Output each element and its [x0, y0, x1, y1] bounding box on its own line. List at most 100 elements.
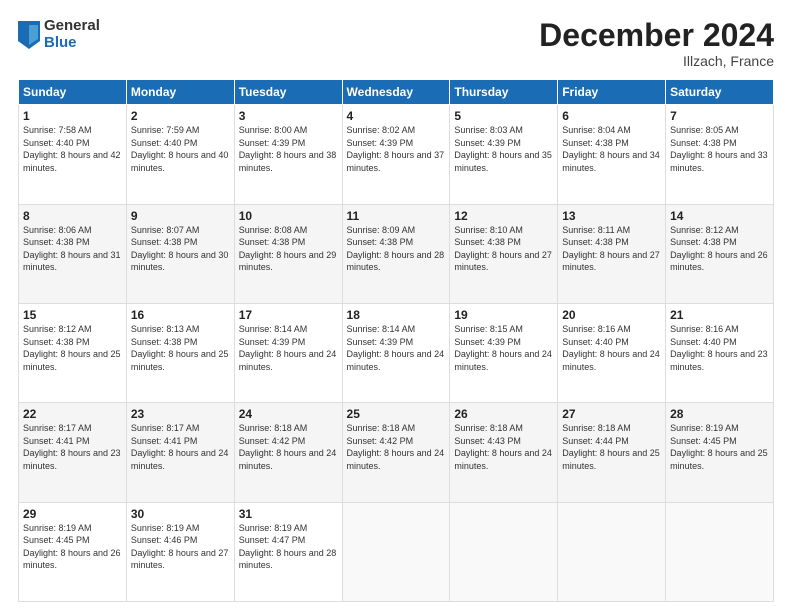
- day-info: Sunrise: 8:17 AMSunset: 4:41 PMDaylight:…: [131, 423, 229, 471]
- day-info: Sunrise: 8:18 AMSunset: 4:43 PMDaylight:…: [454, 423, 552, 471]
- table-row: 29 Sunrise: 8:19 AMSunset: 4:45 PMDaylig…: [19, 502, 127, 601]
- table-row: 18 Sunrise: 8:14 AMSunset: 4:39 PMDaylig…: [342, 303, 450, 402]
- table-row: 13 Sunrise: 8:11 AMSunset: 4:38 PMDaylig…: [558, 204, 666, 303]
- day-info: Sunrise: 8:13 AMSunset: 4:38 PMDaylight:…: [131, 324, 229, 372]
- day-info: Sunrise: 8:19 AMSunset: 4:45 PMDaylight:…: [670, 423, 768, 471]
- table-row: 28 Sunrise: 8:19 AMSunset: 4:45 PMDaylig…: [666, 403, 774, 502]
- day-info: Sunrise: 8:18 AMSunset: 4:44 PMDaylight:…: [562, 423, 660, 471]
- day-info: Sunrise: 8:09 AMSunset: 4:38 PMDaylight:…: [347, 225, 445, 273]
- day-info: Sunrise: 8:03 AMSunset: 4:39 PMDaylight:…: [454, 125, 552, 173]
- day-number: 20: [562, 308, 661, 322]
- table-row: 9 Sunrise: 8:07 AMSunset: 4:38 PMDayligh…: [126, 204, 234, 303]
- day-number: 9: [131, 209, 230, 223]
- day-number: 10: [239, 209, 338, 223]
- table-row: 10 Sunrise: 8:08 AMSunset: 4:38 PMDaylig…: [234, 204, 342, 303]
- logo: General Blue: [18, 18, 100, 51]
- day-number: 1: [23, 109, 122, 123]
- logo-general: General: [44, 18, 100, 35]
- calendar-week-row: 22 Sunrise: 8:17 AMSunset: 4:41 PMDaylig…: [19, 403, 774, 502]
- table-row: 19 Sunrise: 8:15 AMSunset: 4:39 PMDaylig…: [450, 303, 558, 402]
- day-info: Sunrise: 8:19 AMSunset: 4:45 PMDaylight:…: [23, 523, 121, 571]
- col-sunday: Sunday: [19, 80, 127, 105]
- day-info: Sunrise: 8:15 AMSunset: 4:39 PMDaylight:…: [454, 324, 552, 372]
- calendar-week-row: 1 Sunrise: 7:58 AMSunset: 4:40 PMDayligh…: [19, 105, 774, 204]
- day-number: 17: [239, 308, 338, 322]
- calendar-table: Sunday Monday Tuesday Wednesday Thursday…: [18, 79, 774, 602]
- day-number: 22: [23, 407, 122, 421]
- table-row: 1 Sunrise: 7:58 AMSunset: 4:40 PMDayligh…: [19, 105, 127, 204]
- table-row: 6 Sunrise: 8:04 AMSunset: 4:38 PMDayligh…: [558, 105, 666, 204]
- table-row: 17 Sunrise: 8:14 AMSunset: 4:39 PMDaylig…: [234, 303, 342, 402]
- day-number: 7: [670, 109, 769, 123]
- day-number: 15: [23, 308, 122, 322]
- day-number: 31: [239, 507, 338, 521]
- table-row: 31 Sunrise: 8:19 AMSunset: 4:47 PMDaylig…: [234, 502, 342, 601]
- calendar-title: December 2024: [539, 18, 774, 53]
- day-number: 25: [347, 407, 446, 421]
- table-row: [666, 502, 774, 601]
- table-row: [558, 502, 666, 601]
- day-info: Sunrise: 8:18 AMSunset: 4:42 PMDaylight:…: [347, 423, 445, 471]
- table-row: 3 Sunrise: 8:00 AMSunset: 4:39 PMDayligh…: [234, 105, 342, 204]
- table-row: 21 Sunrise: 8:16 AMSunset: 4:40 PMDaylig…: [666, 303, 774, 402]
- day-number: 8: [23, 209, 122, 223]
- logo-blue: Blue: [44, 35, 100, 52]
- table-row: 15 Sunrise: 8:12 AMSunset: 4:38 PMDaylig…: [19, 303, 127, 402]
- day-number: 13: [562, 209, 661, 223]
- day-info: Sunrise: 8:19 AMSunset: 4:46 PMDaylight:…: [131, 523, 229, 571]
- day-info: Sunrise: 8:14 AMSunset: 4:39 PMDaylight:…: [239, 324, 337, 372]
- day-number: 29: [23, 507, 122, 521]
- day-info: Sunrise: 7:59 AMSunset: 4:40 PMDaylight:…: [131, 125, 229, 173]
- table-row: 26 Sunrise: 8:18 AMSunset: 4:43 PMDaylig…: [450, 403, 558, 502]
- day-info: Sunrise: 8:08 AMSunset: 4:38 PMDaylight:…: [239, 225, 337, 273]
- col-saturday: Saturday: [666, 80, 774, 105]
- calendar-header-row: Sunday Monday Tuesday Wednesday Thursday…: [19, 80, 774, 105]
- table-row: 8 Sunrise: 8:06 AMSunset: 4:38 PMDayligh…: [19, 204, 127, 303]
- col-thursday: Thursday: [450, 80, 558, 105]
- day-number: 24: [239, 407, 338, 421]
- table-row: 4 Sunrise: 8:02 AMSunset: 4:39 PMDayligh…: [342, 105, 450, 204]
- day-info: Sunrise: 8:04 AMSunset: 4:38 PMDaylight:…: [562, 125, 660, 173]
- table-row: 30 Sunrise: 8:19 AMSunset: 4:46 PMDaylig…: [126, 502, 234, 601]
- day-number: 21: [670, 308, 769, 322]
- day-info: Sunrise: 8:02 AMSunset: 4:39 PMDaylight:…: [347, 125, 445, 173]
- day-number: 26: [454, 407, 553, 421]
- col-friday: Friday: [558, 80, 666, 105]
- day-number: 12: [454, 209, 553, 223]
- table-row: 7 Sunrise: 8:05 AMSunset: 4:38 PMDayligh…: [666, 105, 774, 204]
- day-number: 3: [239, 109, 338, 123]
- day-info: Sunrise: 8:06 AMSunset: 4:38 PMDaylight:…: [23, 225, 121, 273]
- day-number: 27: [562, 407, 661, 421]
- calendar-week-row: 29 Sunrise: 8:19 AMSunset: 4:45 PMDaylig…: [19, 502, 774, 601]
- table-row: [450, 502, 558, 601]
- day-number: 6: [562, 109, 661, 123]
- table-row: 5 Sunrise: 8:03 AMSunset: 4:39 PMDayligh…: [450, 105, 558, 204]
- calendar-week-row: 15 Sunrise: 8:12 AMSunset: 4:38 PMDaylig…: [19, 303, 774, 402]
- day-info: Sunrise: 8:07 AMSunset: 4:38 PMDaylight:…: [131, 225, 229, 273]
- calendar-subtitle: Illzach, France: [539, 53, 774, 69]
- day-number: 28: [670, 407, 769, 421]
- day-info: Sunrise: 8:16 AMSunset: 4:40 PMDaylight:…: [670, 324, 768, 372]
- day-number: 30: [131, 507, 230, 521]
- day-number: 19: [454, 308, 553, 322]
- logo-icon: [18, 21, 40, 49]
- day-info: Sunrise: 8:17 AMSunset: 4:41 PMDaylight:…: [23, 423, 121, 471]
- header: General Blue December 2024 Illzach, Fran…: [18, 18, 774, 69]
- calendar-week-row: 8 Sunrise: 8:06 AMSunset: 4:38 PMDayligh…: [19, 204, 774, 303]
- table-row: 12 Sunrise: 8:10 AMSunset: 4:38 PMDaylig…: [450, 204, 558, 303]
- day-number: 16: [131, 308, 230, 322]
- table-row: 20 Sunrise: 8:16 AMSunset: 4:40 PMDaylig…: [558, 303, 666, 402]
- day-info: Sunrise: 8:00 AMSunset: 4:39 PMDaylight:…: [239, 125, 337, 173]
- table-row: 14 Sunrise: 8:12 AMSunset: 4:38 PMDaylig…: [666, 204, 774, 303]
- day-info: Sunrise: 8:11 AMSunset: 4:38 PMDaylight:…: [562, 225, 660, 273]
- table-row: 24 Sunrise: 8:18 AMSunset: 4:42 PMDaylig…: [234, 403, 342, 502]
- day-info: Sunrise: 8:12 AMSunset: 4:38 PMDaylight:…: [670, 225, 768, 273]
- col-tuesday: Tuesday: [234, 80, 342, 105]
- day-info: Sunrise: 8:16 AMSunset: 4:40 PMDaylight:…: [562, 324, 660, 372]
- day-info: Sunrise: 8:14 AMSunset: 4:39 PMDaylight:…: [347, 324, 445, 372]
- col-wednesday: Wednesday: [342, 80, 450, 105]
- day-number: 4: [347, 109, 446, 123]
- day-number: 2: [131, 109, 230, 123]
- day-info: Sunrise: 8:18 AMSunset: 4:42 PMDaylight:…: [239, 423, 337, 471]
- day-info: Sunrise: 7:58 AMSunset: 4:40 PMDaylight:…: [23, 125, 121, 173]
